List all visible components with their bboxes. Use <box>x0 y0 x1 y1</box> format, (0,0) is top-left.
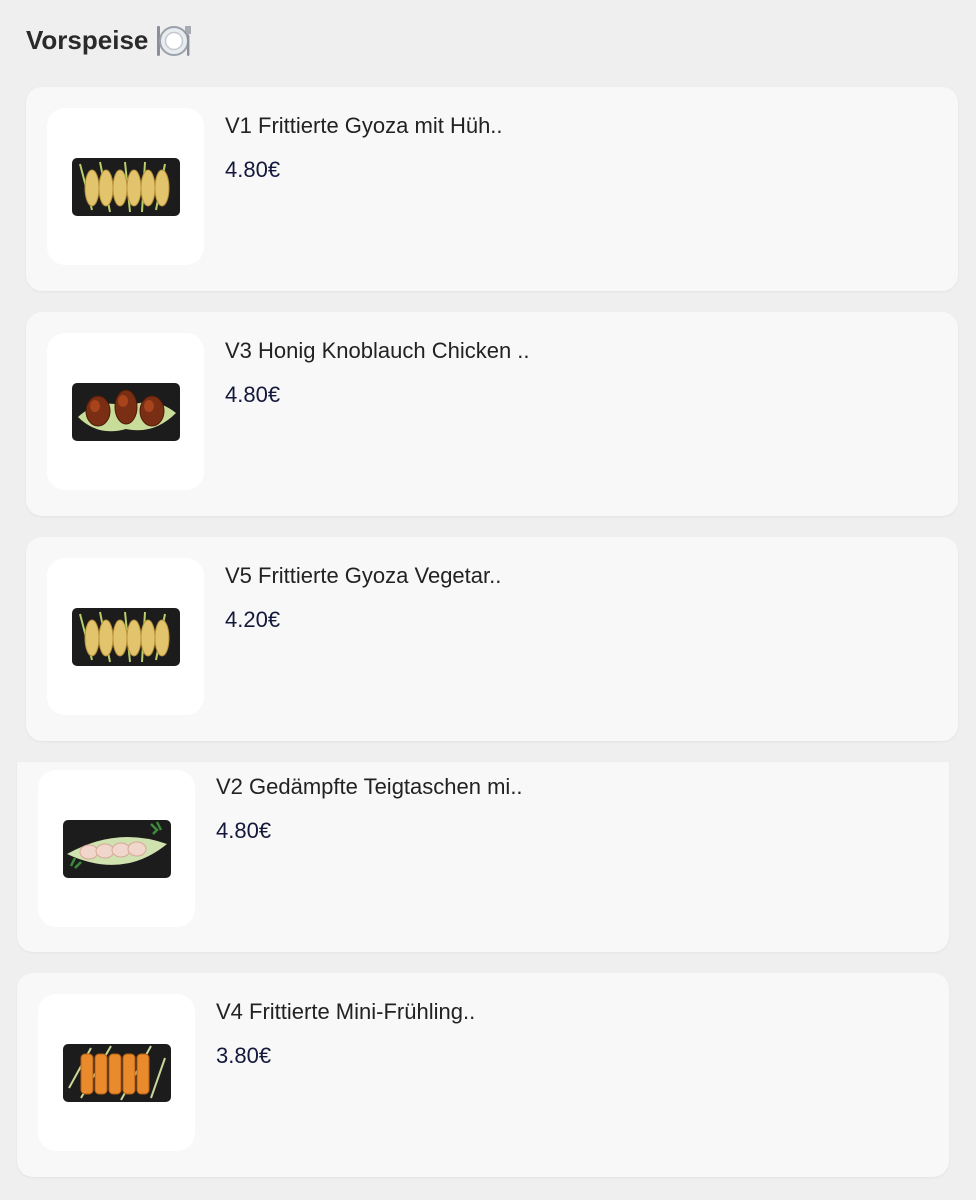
dumplings-dish-icon <box>61 814 173 884</box>
item-image <box>47 333 204 490</box>
menu-item-card[interactable]: V3 Honig Knoblauch Chicken .. 4.80€ <box>26 312 958 516</box>
menu-page: Vorspeise V1 Frittierte Gyoza mit Hüh.. … <box>0 0 976 1200</box>
item-price: 3.80€ <box>216 1043 272 1068</box>
item-image <box>38 770 195 927</box>
chicken-wings-dish-icon <box>70 377 182 447</box>
menu-item-card[interactable]: V2 Gedämpfte Teigtaschen mi.. 4.80€ <box>17 762 949 952</box>
menu-item-card[interactable]: V5 Frittierte Gyoza Vegetar.. 4.20€ <box>26 537 958 741</box>
item-name: V3 Honig Knoblauch Chicken .. <box>225 338 530 363</box>
item-name: V4 Frittierte Mini-Frühling.. <box>216 999 476 1024</box>
item-price: 4.80€ <box>216 818 272 843</box>
item-price: 4.80€ <box>225 382 281 407</box>
item-name: V2 Gedämpfte Teigtaschen mi.. <box>216 774 523 799</box>
item-image <box>47 108 204 265</box>
item-name: V5 Frittierte Gyoza Vegetar.. <box>225 563 502 588</box>
plate-cutlery-icon <box>154 20 194 60</box>
item-price: 4.80€ <box>225 157 281 182</box>
gyoza-dish-icon <box>70 152 182 222</box>
gyoza-dish-icon <box>70 602 182 672</box>
section-title: Vorspeise <box>26 24 149 55</box>
spring-rolls-dish-icon <box>61 1038 173 1108</box>
menu-item-card[interactable]: V4 Frittierte Mini-Frühling.. 3.80€ <box>17 973 949 1177</box>
section-header: Vorspeise <box>26 20 194 60</box>
item-price: 4.20€ <box>225 607 281 632</box>
item-image <box>38 994 195 1151</box>
item-name: V1 Frittierte Gyoza mit Hüh.. <box>225 113 503 138</box>
menu-item-card[interactable]: V1 Frittierte Gyoza mit Hüh.. 4.80€ <box>26 87 958 291</box>
item-image <box>47 558 204 715</box>
